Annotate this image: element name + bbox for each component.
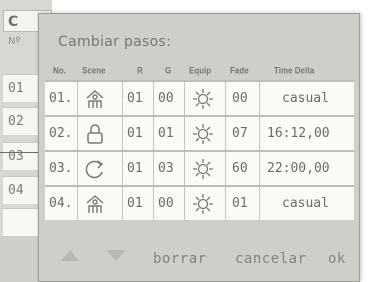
r-value: 01 [127,161,143,176]
fade-value: 01 [232,196,248,211]
row-number: 02. [49,126,73,141]
time-delta-value: 16:12,00 [267,126,330,141]
column-header-g: G [165,65,172,76]
row-number: 03. [49,161,73,176]
row-number: 01. [49,91,73,106]
repeat-arrow-icon [85,160,104,179]
cell-divider [77,187,78,220]
column-header-time-delta: Time Delta [274,65,315,76]
cell-divider [153,117,154,150]
background-column-header: Nº [8,36,21,47]
time-delta-value: casual [282,196,329,211]
table-row[interactable]: 04. 01 00 01 casual [45,187,354,220]
g-value: 01 [158,126,174,141]
column-header-fade: Fade [230,65,249,76]
cell-divider [184,187,185,220]
r-value: 01 [127,126,143,141]
r-value: 01 [127,196,143,211]
fade-value: 60 [232,161,248,176]
steps-table: 01. 01 00 00 casual 02. 01 01 07 16:12,0… [45,80,354,220]
cell-divider [259,187,260,220]
arrow-up-icon[interactable] [61,250,79,261]
sun-icon [193,89,213,109]
cell-divider [153,187,154,220]
cell-divider [225,187,226,220]
cell-divider [259,117,260,150]
person-scene-icon [86,90,104,108]
cell-divider [225,117,226,150]
cell-divider [184,117,185,150]
cell-divider [122,117,123,150]
g-value: 00 [158,196,174,211]
sun-icon [193,194,213,214]
time-delta-value: 22:00,00 [267,161,330,176]
cell-divider [184,82,185,115]
cell-divider [259,152,260,185]
table-row[interactable]: 02. 01 01 07 16:12,00 [45,117,354,150]
sun-icon [193,124,213,144]
column-header-no: No. [53,65,66,76]
cell-divider [225,82,226,115]
cell-divider [259,82,260,115]
cell-divider [77,82,78,115]
column-header-r: R [137,65,143,76]
g-value: 03 [158,161,174,176]
cell-divider [153,152,154,185]
lock-icon [87,124,103,144]
dialog-title: Cambiar pasos: [58,34,172,50]
cell-divider [77,152,78,185]
column-header-equip: Equip [189,65,212,76]
fade-value: 00 [232,91,248,106]
dialog-footer: borrar cancelar ok [39,237,359,282]
row-number: 04. [49,196,73,211]
delete-button[interactable]: borrar [153,251,207,267]
cell-divider [225,152,226,185]
cell-divider [153,82,154,115]
r-value: 01 [127,91,143,106]
cell-divider [184,152,185,185]
time-delta-value: casual [282,91,329,106]
cell-divider [122,152,123,185]
table-row[interactable]: 01. 01 00 00 casual [45,82,354,115]
cell-divider [122,82,123,115]
change-steps-dialog: Cambiar pasos: No. Scene R G Equip Fade … [38,13,360,282]
person-scene-icon [86,195,104,213]
arrow-down-icon[interactable] [107,250,125,261]
cell-divider [122,187,123,220]
sun-icon [193,159,213,179]
g-value: 00 [158,91,174,106]
fade-value: 07 [232,126,248,141]
cancel-button[interactable]: cancelar [235,251,306,267]
table-row[interactable]: 03. 01 03 60 22:00,00 [45,152,354,185]
ok-button[interactable]: ok [328,251,346,267]
column-header-scene: Scene [82,65,106,76]
cell-divider [77,117,78,150]
